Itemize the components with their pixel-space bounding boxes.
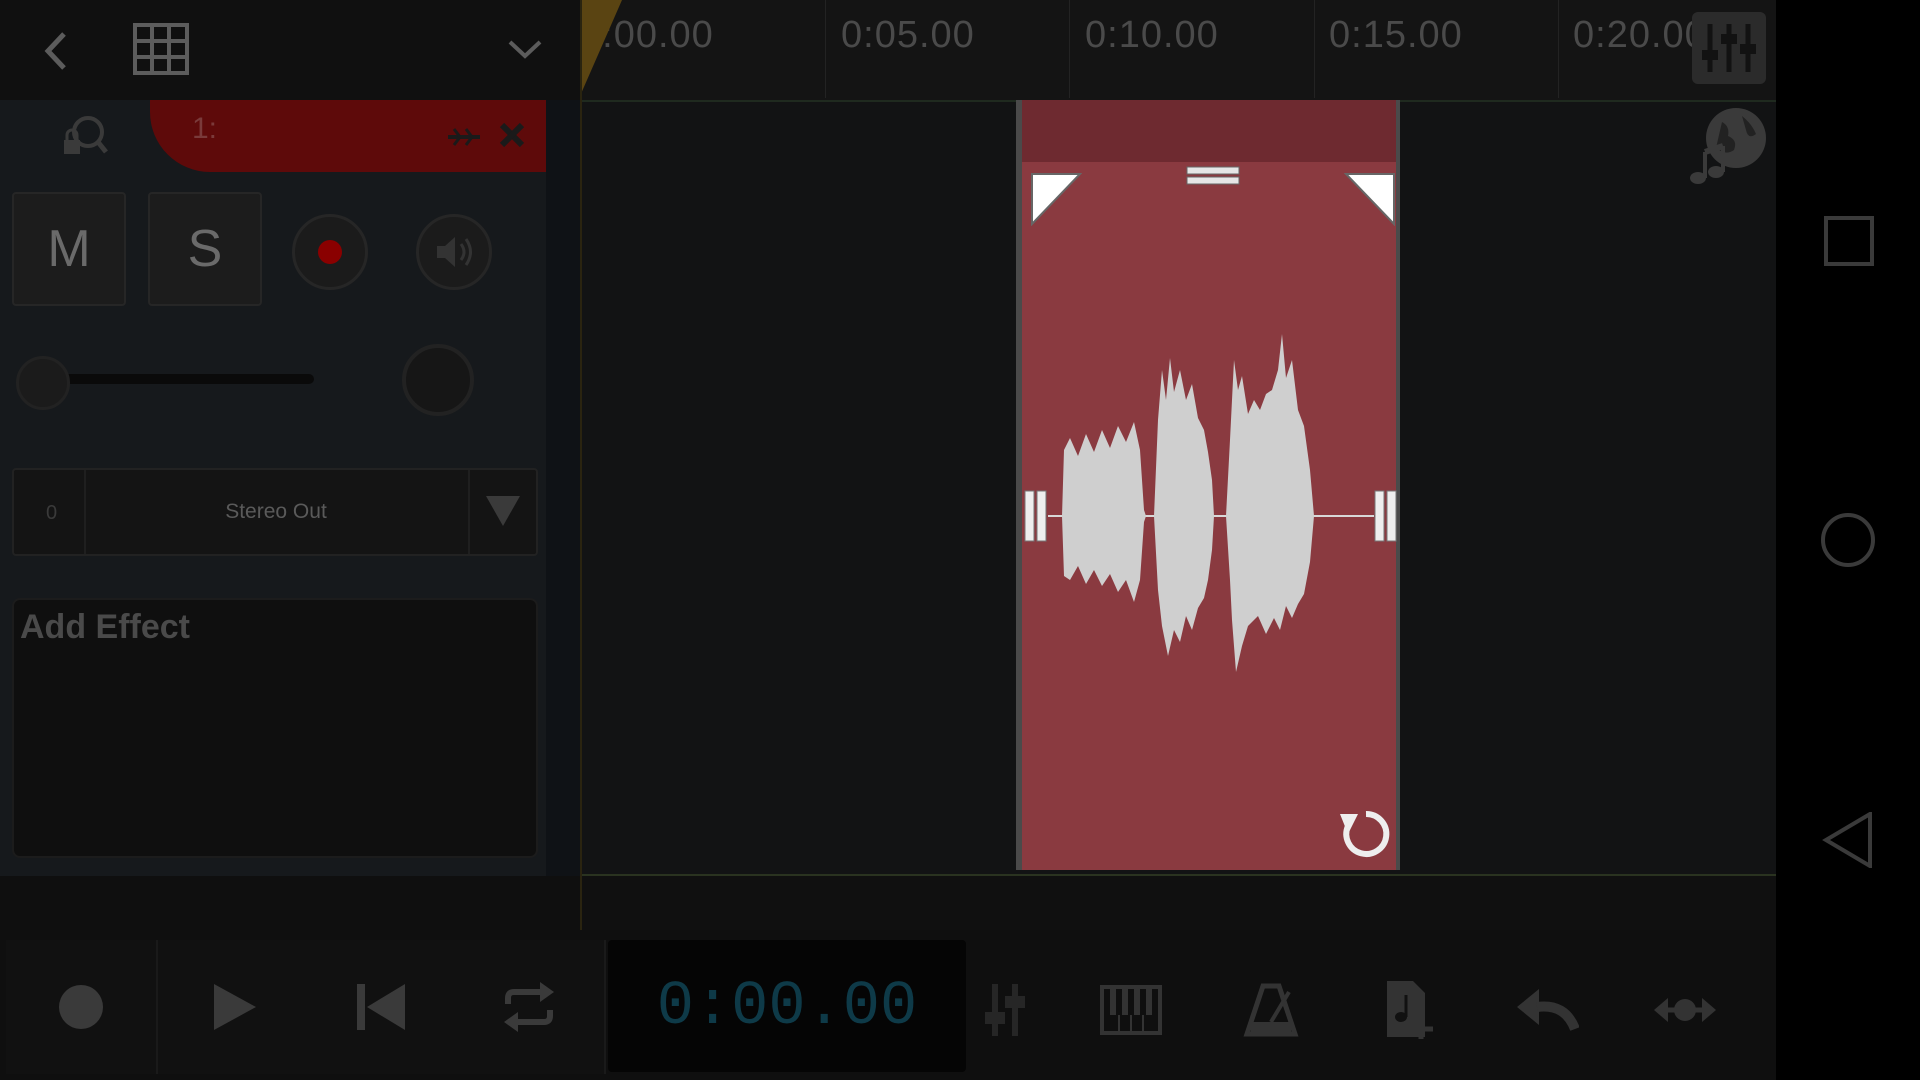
undo-icon[interactable] <box>1502 970 1592 1050</box>
output-channel: 0 <box>46 502 58 524</box>
trim-left-handle-icon[interactable] <box>1024 490 1048 542</box>
loop-icon <box>504 982 554 1032</box>
expand-track-icon[interactable] <box>446 122 482 152</box>
add-effect-label[interactable]: Add Effect <box>20 608 190 647</box>
close-icon[interactable] <box>498 120 526 150</box>
speaker-icon[interactable] <box>416 214 492 290</box>
time-display-value: 0:00.00 <box>656 970 918 1042</box>
mixer-icon[interactable] <box>1692 12 1766 84</box>
ruler-label: 0:10.00 <box>1085 14 1219 56</box>
loop-clip-icon[interactable] <box>1336 804 1396 864</box>
record-button[interactable] <box>6 940 158 1074</box>
expand-icon[interactable] <box>1640 970 1730 1050</box>
audio-clip[interactable] <box>1016 100 1400 870</box>
play-button[interactable] <box>158 940 310 1074</box>
search-lock-icon[interactable] <box>60 112 110 160</box>
record-arm-button[interactable] <box>292 214 368 290</box>
track-name[interactable]: 1: <box>192 112 217 146</box>
output-divider-right <box>468 470 470 554</box>
fade-out-handle-icon[interactable] <box>1343 172 1396 227</box>
loop-button[interactable] <box>454 940 606 1074</box>
skip-back-button[interactable] <box>306 940 458 1074</box>
grid-icon[interactable] <box>132 22 190 76</box>
clip-drag-handle-icon[interactable] <box>1186 164 1240 188</box>
dropdown-arrow-icon[interactable] <box>484 494 522 528</box>
faders-icon[interactable] <box>960 970 1050 1050</box>
waveform <box>1048 330 1374 710</box>
piano-icon[interactable] <box>1086 970 1176 1050</box>
pan-knob[interactable] <box>402 344 474 416</box>
play-icon <box>214 984 256 1030</box>
output-label: Stereo Out <box>225 500 327 523</box>
recents-icon[interactable] <box>1824 216 1874 266</box>
output-selector[interactable]: 0 Stereo Out <box>12 468 538 556</box>
skip-back-icon <box>357 984 405 1030</box>
time-display[interactable]: 0:00.00 <box>608 940 966 1072</box>
ruler-label: 0:15.00 <box>1329 14 1463 56</box>
track-panel-footer <box>0 876 580 930</box>
fade-in-handle-icon[interactable] <box>1030 172 1083 227</box>
timeline-empty-lane[interactable] <box>582 874 1776 932</box>
solo-button[interactable]: S <box>148 192 262 306</box>
playhead-marker[interactable] <box>580 0 624 96</box>
clip-header[interactable] <box>1022 100 1396 162</box>
volume-slider-handle[interactable] <box>16 356 70 410</box>
globe-music-icon[interactable] <box>1686 104 1770 188</box>
nav-back-icon[interactable] <box>1822 810 1874 870</box>
ruler-label: 0:05.00 <box>841 14 975 56</box>
track-panel-strip <box>546 100 580 876</box>
metronome-icon[interactable] <box>1226 970 1316 1050</box>
record-icon <box>59 985 103 1029</box>
chevron-down-icon[interactable] <box>504 34 546 64</box>
back-icon[interactable] <box>36 26 80 76</box>
mute-button[interactable]: M <box>12 192 126 306</box>
top-toolbar <box>0 0 580 100</box>
timeline-ruler[interactable]: 0:00.00 0:05.00 0:10.00 0:15.00 0:20.00 <box>580 0 1776 102</box>
ruler-label: 0:20.00 <box>1573 14 1707 56</box>
home-icon[interactable] <box>1820 512 1876 568</box>
trim-right-handle-icon[interactable] <box>1374 490 1398 542</box>
effects-box[interactable]: Add Effect <box>12 598 538 858</box>
add-file-icon[interactable] <box>1364 970 1454 1050</box>
panel-divider <box>580 0 582 930</box>
